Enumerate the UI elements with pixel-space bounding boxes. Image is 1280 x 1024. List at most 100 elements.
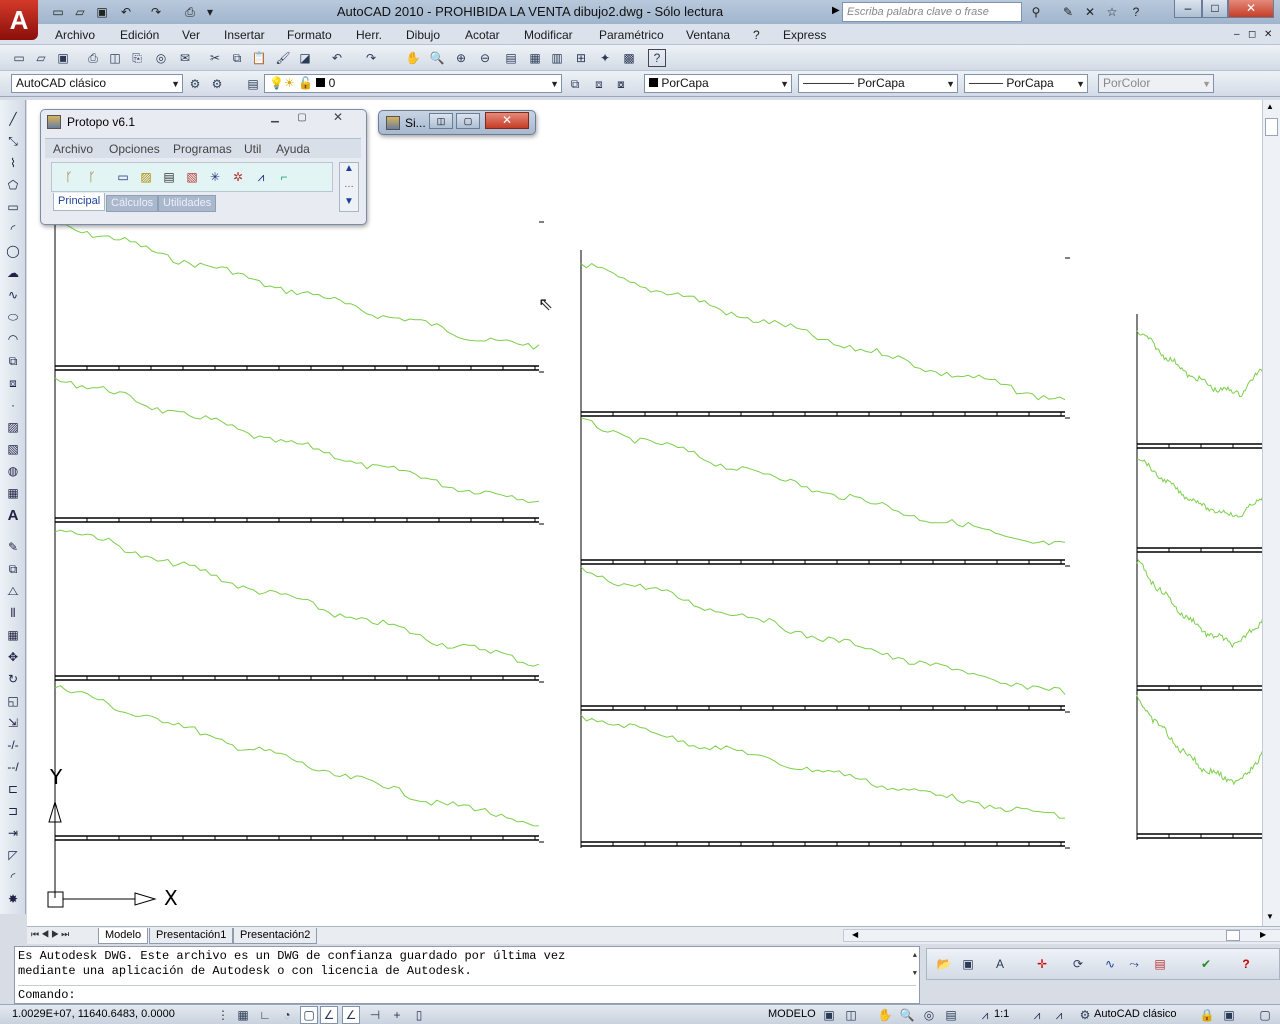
cut-icon[interactable]: ✂ — [206, 49, 224, 67]
protopo-tab-utilidades[interactable]: Utilidades — [158, 195, 217, 212]
move-icon[interactable]: ✥ — [4, 648, 22, 666]
model-space-label[interactable]: MODELO — [768, 1008, 816, 1020]
si-floating-window[interactable]: Si... ◫ ▢ ✕ — [378, 110, 536, 135]
new-file-icon[interactable]: ▭ — [48, 3, 68, 21]
workspace-switch-icon[interactable]: ⚙ — [1076, 1006, 1094, 1024]
redo-icon[interactable]: ↷ — [146, 3, 166, 21]
menu-archivo[interactable]: Archivo — [53, 27, 97, 43]
protopo-scroller[interactable]: ▲ … ▼ — [339, 162, 359, 212]
properties-icon[interactable]: ▤ — [502, 49, 520, 67]
menu-modificar[interactable]: Modificar — [522, 27, 575, 43]
doc-minimize-icon[interactable]: – — [1232, 27, 1242, 43]
protopo-tool-4-icon[interactable]: ▨ — [137, 168, 155, 186]
text-style-icon[interactable]: A — [991, 955, 1009, 973]
command-line[interactable]: Es Autodesk DWG. Este archivo es un DWG … — [14, 946, 920, 1004]
block-editor-icon[interactable]: ◪ — [296, 49, 314, 67]
zoom-realtime-icon[interactable]: 🔍 — [428, 49, 446, 67]
check-icon[interactable]: ✔ — [1197, 955, 1215, 973]
protopo-menu-archivo[interactable]: Archivo — [53, 142, 93, 156]
workspace-toggle-icon[interactable]: ⚙ — [208, 75, 226, 93]
color-palette-icon[interactable]: ▤ — [1151, 955, 1169, 973]
scroll-up-icon[interactable]: ▲ — [1266, 102, 1274, 111]
showmotion-icon[interactable]: ▤ — [942, 1006, 960, 1024]
design-center-icon[interactable]: ▦ — [526, 49, 544, 67]
plot-icon[interactable]: ⎙ — [84, 49, 102, 67]
paste-icon[interactable]: 📋 — [250, 49, 268, 67]
stretch-icon[interactable]: ⇲ — [4, 714, 22, 732]
tab-presentacion2[interactable]: Presentación2 — [233, 928, 318, 944]
object-snap-icon[interactable]: ▢ — [300, 1006, 318, 1024]
protopo-tool-6-icon[interactable]: ▧ — [183, 168, 201, 186]
vertical-scrollbar[interactable]: ▲ ▼ — [1262, 100, 1280, 926]
protopo-maximize-button[interactable]: ▢ — [289, 112, 315, 128]
erase-icon[interactable]: ✎ — [4, 538, 22, 556]
menu-ventana[interactable]: Ventana — [684, 27, 732, 43]
zoom-status-icon[interactable]: 🔍 — [898, 1006, 916, 1024]
revision-cloud-icon[interactable]: ☁ — [4, 264, 22, 282]
menu-dibujo[interactable]: Dibujo — [404, 27, 442, 43]
tab-modelo[interactable]: Modelo — [98, 928, 149, 944]
mirror-icon[interactable]: ⧍ — [4, 582, 22, 600]
command-prompt[interactable]: Comando: — [18, 985, 916, 1003]
construction-line-icon[interactable]: ⤡ — [4, 132, 22, 150]
linetype-select[interactable]: ────── PorCapa ▼ — [798, 74, 958, 93]
quick-properties-icon[interactable]: ▯ — [410, 1006, 428, 1024]
protopo-tab-calculos[interactable]: Cálculos — [106, 195, 159, 212]
workspace-status-label[interactable]: AutoCAD clásico — [1094, 1008, 1177, 1020]
si-maximize-button[interactable]: ▢ — [456, 113, 480, 129]
menu-acotar[interactable]: Acotar — [463, 27, 502, 43]
protopo-menu-opciones[interactable]: Opciones — [109, 142, 160, 156]
undo-icon[interactable]: ↶ — [116, 3, 136, 21]
hatch-icon[interactable]: ▨ — [4, 418, 22, 436]
workspace-settings-icon[interactable]: ⚙ — [186, 75, 204, 93]
menu-ver[interactable]: Ver — [180, 27, 202, 43]
region-icon[interactable]: ◍ — [4, 462, 22, 480]
protopo-tool-1-icon[interactable]: ᚴ — [60, 168, 78, 186]
open-drawing-icon[interactable]: 📂 — [935, 955, 953, 973]
tool-palettes-icon[interactable]: ▥ — [548, 49, 566, 67]
cmd-scroll-up-icon[interactable]: ▲ — [913, 949, 917, 964]
menu-herr[interactable]: Herr. — [354, 27, 384, 43]
annotation-scale-value[interactable]: 1:1 — [994, 1008, 1009, 1020]
grid-display-icon[interactable]: ▦ — [234, 1006, 252, 1024]
menu-edicion[interactable]: Edición — [118, 27, 161, 43]
protopo-tool-9-icon[interactable]: ⩘ — [252, 168, 270, 186]
coordinates-readout[interactable]: 1.0029E+07, 11640.6483, 0.0000 — [12, 1008, 175, 1020]
trim-icon[interactable]: -/- — [4, 736, 22, 754]
qat-dropdown-icon[interactable]: ▾ — [200, 3, 220, 21]
protopo-tool-7-icon[interactable]: ✳ — [206, 168, 224, 186]
si-close-button[interactable]: ✕ — [485, 112, 529, 129]
polyline-icon[interactable]: ⌇ — [4, 154, 22, 172]
publish-icon[interactable]: ⎘ — [128, 49, 146, 67]
table-icon[interactable]: ▦ — [4, 484, 22, 502]
layer-states-icon[interactable]: ⧇ — [612, 75, 630, 93]
maximize-button[interactable]: □ — [1202, 0, 1228, 18]
help-icon[interactable]: ? — [648, 49, 666, 67]
plot-preview-icon[interactable]: ◫ — [106, 49, 124, 67]
open-file-icon[interactable]: ▱ — [70, 3, 90, 21]
3d-dwf-icon[interactable]: ◎ — [152, 49, 170, 67]
make-block-icon[interactable]: ⧈ — [4, 374, 22, 392]
search-input[interactable]: Escriba palabra clave o frase — [842, 2, 1022, 22]
protopo-tab-principal[interactable]: Principal — [53, 193, 106, 211]
help-icon[interactable]: ? — [1126, 3, 1146, 21]
expand-search-icon[interactable]: ▶ — [832, 5, 840, 16]
line-icon[interactable]: ╱ — [4, 110, 22, 128]
lineweight-select[interactable]: ──── PorCapa ▼ — [964, 74, 1088, 93]
save-icon[interactable]: ▣ — [92, 3, 112, 21]
application-menu-button[interactable]: A — [0, 0, 38, 40]
gradient-icon[interactable]: ▧ — [4, 440, 22, 458]
menu-insertar[interactable]: Insertar — [222, 27, 267, 43]
plot-icon[interactable]: ⎙ — [180, 3, 200, 21]
si-restore-button[interactable]: ◫ — [429, 113, 453, 129]
protopo-tool-10-icon[interactable]: ⌐ — [275, 168, 293, 186]
plotstyle-select[interactable]: PorColor ▼ — [1098, 74, 1214, 93]
dynamic-ucs-icon[interactable]: ∠ — [342, 1006, 360, 1024]
explode-icon[interactable]: ✸ — [4, 890, 22, 908]
protopo-tool-3-icon[interactable]: ▭ — [114, 168, 132, 186]
doc-close-icon[interactable]: ✕ — [1262, 27, 1274, 43]
break-icon[interactable]: ⊐ — [4, 802, 22, 820]
clean-screen-icon[interactable]: ▢ — [1256, 1006, 1274, 1024]
arc-icon[interactable]: ◜ — [4, 220, 22, 238]
ellipse-icon[interactable]: ⬭ — [4, 308, 22, 326]
